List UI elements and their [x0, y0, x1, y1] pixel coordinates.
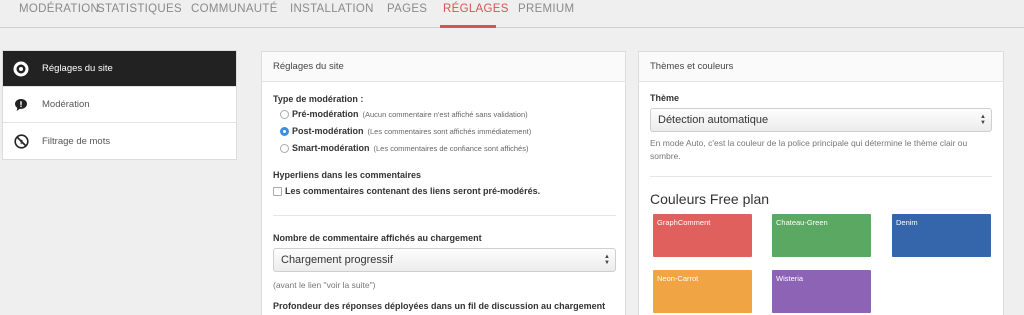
select-value: Détection automatique: [658, 114, 769, 126]
panel-title: Réglages du site: [262, 52, 625, 82]
select-arrows-icon: ▲ ▼: [604, 254, 610, 266]
speech-bubble-icon: [13, 97, 29, 113]
top-navigation: MODÉRATION STATISTIQUES COMMUNAUTÉ INSTA…: [0, 0, 1024, 28]
themes-panel: Thèmes et couleurs Thème Détection autom…: [638, 51, 1004, 315]
radio-description: (Les commentaires de confiance sont affi…: [373, 143, 529, 153]
depth-label: Profondeur des réponses déployées dans u…: [273, 301, 606, 311]
radio-label: Pré-modération: [292, 109, 359, 119]
tab-premium[interactable]: PREMIUM: [518, 3, 574, 15]
target-icon: [13, 61, 29, 77]
load-count-help: (avant le lien "voir la suite"): [273, 280, 376, 290]
sidebar-item-word-filter[interactable]: $ Filtrage de mots: [3, 123, 236, 159]
color-swatch-neon-carrot[interactable]: Neon-Carrot: [653, 270, 752, 313]
theme-label: Thème: [650, 93, 680, 103]
radio-label: Smart-modération: [292, 143, 370, 153]
sidebar-item-moderation[interactable]: Modération: [3, 87, 236, 123]
hyperlinks-checkbox[interactable]: [273, 186, 282, 196]
color-swatch-chateau-green[interactable]: Chateau-Green: [772, 214, 871, 257]
tab-moderation[interactable]: MODÉRATION: [19, 3, 99, 15]
radio-description: (Les commentaires sont affichés immédiat…: [367, 126, 532, 136]
swatch-label: Chateau-Green: [776, 218, 828, 227]
swatch-label: Denim: [896, 218, 918, 227]
hyperlinks-checkbox-row[interactable]: Les commentaires contenant des liens ser…: [273, 186, 540, 196]
tab-pages[interactable]: PAGES: [387, 3, 427, 15]
sidebar-item-label: Modération: [42, 99, 90, 110]
moderation-type-label: Type de modération :: [273, 94, 364, 104]
free-plan-heading: Couleurs Free plan: [650, 191, 770, 207]
radio-button-selected[interactable]: [280, 126, 289, 136]
prohibited-icon: $: [13, 133, 29, 149]
swatch-label: Wisteria: [776, 274, 804, 283]
settings-sidebar: Réglages du site Modération $ Filtrage d…: [2, 50, 237, 160]
swatch-label: GraphComment: [657, 218, 711, 227]
tab-installation[interactable]: INSTALLATION: [290, 3, 374, 15]
radio-pre-moderation[interactable]: Pré-modération (Aucun commentaire n'est …: [280, 109, 528, 119]
sidebar-item-site-settings[interactable]: Réglages du site: [3, 51, 236, 87]
select-value: Chargement progressif: [281, 254, 393, 266]
radio-post-moderation[interactable]: Post-modération (Les commentaires sont a…: [280, 126, 531, 136]
tab-community[interactable]: COMMUNAUTÉ: [191, 3, 278, 15]
radio-button[interactable]: [280, 143, 289, 153]
sidebar-item-label: Filtrage de mots: [42, 135, 111, 147]
svg-text:$: $: [19, 139, 23, 145]
select-arrows-icon: ▲ ▼: [980, 114, 986, 126]
load-count-select[interactable]: Chargement progressif ▲ ▼: [273, 248, 616, 272]
active-tab-indicator: [440, 25, 496, 28]
tab-statistics[interactable]: STATISTIQUES: [97, 3, 182, 15]
sidebar-item-label: Réglages du site: [42, 63, 113, 74]
radio-description: (Aucun commentaire n'est affiché sans va…: [362, 109, 528, 119]
theme-select[interactable]: Détection automatique ▲ ▼: [650, 108, 992, 132]
color-swatch-denim[interactable]: Denim: [892, 214, 991, 257]
load-count-label: Nombre de commentaire affichés au charge…: [273, 233, 482, 243]
checkbox-label: Les commentaires contenant des liens ser…: [285, 186, 541, 196]
tab-settings[interactable]: RÉGLAGES: [443, 3, 509, 15]
hyperlinks-label: Hyperliens dans les commentaires: [273, 170, 422, 180]
color-swatch-graphcomment[interactable]: GraphComment: [653, 214, 752, 257]
radio-button[interactable]: [280, 109, 289, 119]
color-swatch-wisteria[interactable]: Wisteria: [772, 270, 871, 313]
radio-label: Post-modération: [292, 126, 364, 136]
panel-title: Thèmes et couleurs: [639, 52, 1003, 82]
radio-smart-moderation[interactable]: Smart-modération (Les commentaires de co…: [280, 143, 528, 153]
divider: [273, 215, 616, 216]
theme-help: En mode Auto, c'est la couleur de la pol…: [650, 138, 968, 161]
divider: [650, 176, 992, 177]
site-settings-panel: Réglages du site Type de modération : Pr…: [261, 51, 626, 315]
swatch-label: Neon-Carrot: [657, 274, 699, 283]
